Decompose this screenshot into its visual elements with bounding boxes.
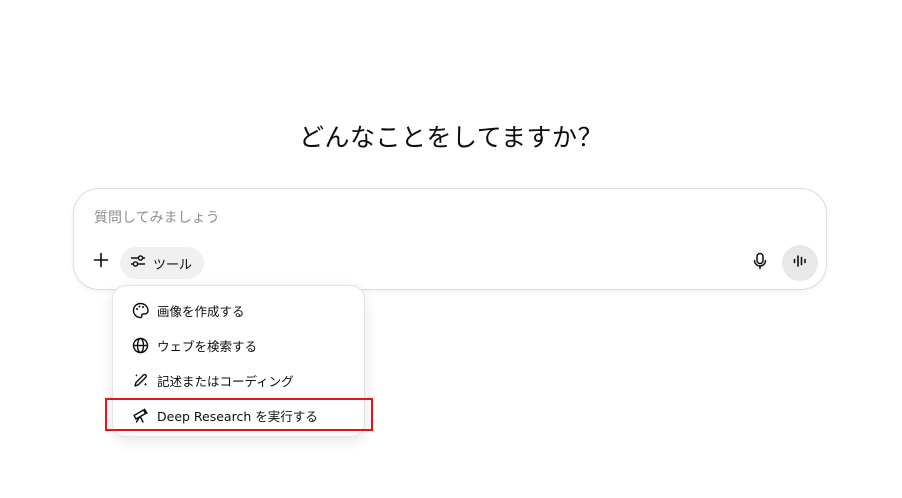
menu-item-label: Deep Research を実行する (157, 408, 318, 424)
palette-icon (131, 301, 149, 319)
globe-icon (131, 336, 149, 354)
microphone-icon (752, 252, 768, 274)
tools-button-label: ツール (153, 257, 193, 273)
plus-icon (93, 252, 109, 272)
add-attachment-button[interactable] (88, 249, 114, 275)
dictate-button[interactable] (746, 249, 774, 277)
telescope-icon (131, 406, 149, 424)
menu-item-deep-research[interactable]: Deep Research を実行する (119, 399, 358, 431)
menu-item-web-search[interactable]: ウェブを検索する (119, 329, 358, 361)
page: どんなことをしてますか？ ツール (0, 0, 902, 498)
menu-item-label: ウェブを検索する (157, 338, 258, 354)
sliders-icon (130, 253, 146, 273)
menu-item-label: 画像を作成する (157, 303, 245, 319)
prompt-input[interactable] (94, 207, 694, 229)
prompt-composer: ツール (73, 188, 827, 290)
tools-button[interactable]: ツール (120, 247, 205, 279)
tools-menu: 画像を作成する ウェブを検索する 記述またはコーディング Deep Resear… (112, 285, 365, 437)
menu-item-write-code[interactable]: 記述またはコーディング (119, 364, 358, 396)
menu-item-label: 記述またはコーディング (157, 373, 294, 389)
pen-sparkle-icon (131, 371, 149, 389)
voice-waveform-icon (792, 253, 808, 273)
voice-mode-button[interactable] (782, 245, 818, 281)
menu-item-create-image[interactable]: 画像を作成する (119, 294, 358, 326)
page-title: どんなことをしてますか？ (298, 123, 603, 152)
